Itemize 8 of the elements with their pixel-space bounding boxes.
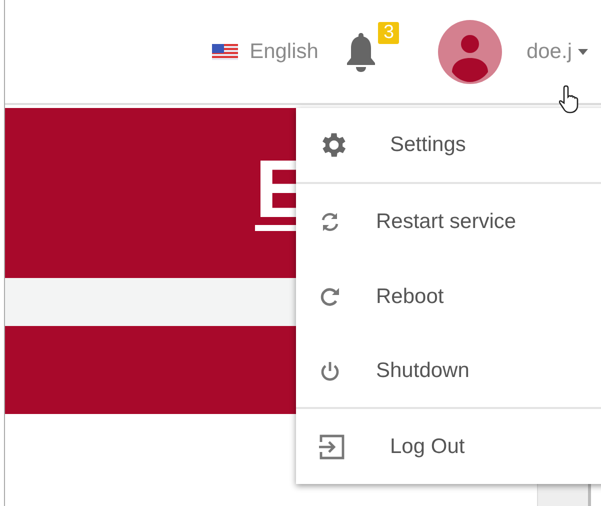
- menu-item[interactable]: Reboot: [296, 259, 601, 334]
- avatar-icon[interactable]: [438, 20, 502, 84]
- logout-icon: [318, 434, 346, 460]
- menu-item[interactable]: Log Out: [296, 409, 601, 484]
- caret-icon: [578, 48, 588, 54]
- flag-icon: [212, 44, 238, 60]
- menu-item[interactable]: Shutdown: [296, 334, 601, 409]
- notification-count: 3: [378, 22, 400, 44]
